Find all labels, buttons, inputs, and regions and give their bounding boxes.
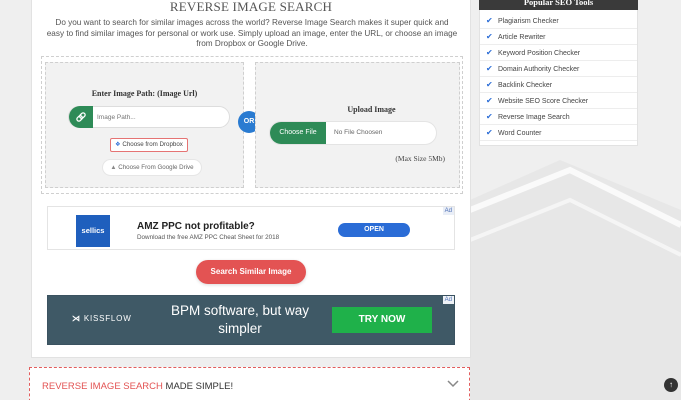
sidebar-item-label: Backlink Checker <box>498 82 553 89</box>
sidebar-item-reverse-image-search[interactable]: ✔ Reverse Image Search <box>480 109 637 125</box>
ad-badge: Ad <box>442 207 454 215</box>
upload-panel: Enter Image Path: (Image Url) ❖ Choose f… <box>41 56 463 194</box>
check-icon: ✔ <box>486 128 493 137</box>
accordion-title-rest: MADE SIMPLE! <box>162 381 234 392</box>
sidebar-item-article-rewriter[interactable]: ✔ Article Rewriter <box>480 29 637 45</box>
check-icon: ✔ <box>486 96 493 105</box>
sidebar-list: ✔ Plagiarism Checker ✔ Article Rewriter ✔ K… <box>480 13 637 141</box>
check-icon: ✔ <box>486 80 493 89</box>
check-icon: ✔ <box>486 32 493 41</box>
sidebar-item-word-counter[interactable]: ✔ Word Counter <box>480 125 637 141</box>
main-card: REVERSE IMAGE SEARCH Do you want to sear… <box>31 0 471 358</box>
dropbox-button[interactable]: ❖ Choose from Dropbox <box>110 138 188 152</box>
accordion-title: REVERSE IMAGE SEARCH MADE SIMPLE! <box>42 381 233 392</box>
google-drive-button[interactable]: ▲ Choose From Google Drive <box>103 160 201 175</box>
sidebar-item-plagiarism-checker[interactable]: ✔ Plagiarism Checker <box>480 13 637 29</box>
ad-open-button[interactable]: OPEN <box>338 223 410 237</box>
kissflow-logo: ⋊ KISSFLOW <box>72 314 132 323</box>
kissflow-logo-text: KISSFLOW <box>83 314 132 323</box>
sidebar-item-domain-authority-checker[interactable]: ✔ Domain Authority Checker <box>480 61 637 77</box>
sellics-ad[interactable]: Ad sellics AMZ PPC not profitable? Downl… <box>47 206 455 250</box>
sidebar-item-label: Plagiarism Checker <box>498 18 559 25</box>
sidebar-item-label: Word Counter <box>498 130 542 137</box>
max-size-note: (Max Size 5Mb) <box>395 154 445 163</box>
sidebar-item-label: Keyword Position Checker <box>498 50 581 57</box>
sidebar-item-website-seo-score-checker[interactable]: ✔ Website SEO Score Checker <box>480 93 637 109</box>
url-input-group <box>68 106 230 128</box>
sidebar-item-keyword-position-checker[interactable]: ✔ Keyword Position Checker <box>480 45 637 61</box>
check-icon: ✔ <box>486 16 493 25</box>
file-input-group: Choose File No File Choosen <box>270 122 436 144</box>
popular-seo-tools-sidebar: Popular SEO Tools ✔ Plagiarism Checker ✔ A… <box>479 0 638 146</box>
image-url-input[interactable] <box>97 109 225 125</box>
check-icon: ✔ <box>486 48 493 57</box>
kissflow-ad[interactable]: Ad ⋊ KISSFLOW BPM software, but way simpl… <box>47 295 455 345</box>
accordion-title-highlight: REVERSE IMAGE SEARCH <box>42 381 163 392</box>
file-status: No File Choosen <box>334 129 383 136</box>
search-similar-image-button[interactable]: Search Similar Image <box>196 260 306 284</box>
url-upload-panel: Enter Image Path: (Image Url) ❖ Choose f… <box>45 62 244 188</box>
page-title: REVERSE IMAGE SEARCH <box>169 0 333 14</box>
check-icon: ✔ <box>486 112 493 121</box>
sidebar-item-label: Article Rewriter <box>498 34 546 41</box>
sidebar-item-label: Domain Authority Checker <box>498 66 580 73</box>
ad-badge: Ad <box>442 296 454 304</box>
url-heading: Enter Image Path: (Image Url) <box>91 89 198 98</box>
check-icon: ✔ <box>486 64 493 73</box>
made-simple-accordion[interactable]: REVERSE IMAGE SEARCH MADE SIMPLE! <box>29 367 470 400</box>
link-icon[interactable] <box>69 106 93 128</box>
sidebar-item-label: Reverse Image Search <box>498 114 570 121</box>
google-drive-label: Choose From Google Drive <box>118 164 194 171</box>
dropbox-label: Choose from Dropbox <box>122 141 183 148</box>
scroll-to-top-button[interactable]: ↑ <box>664 378 678 392</box>
try-now-button[interactable]: TRY NOW <box>332 307 432 333</box>
ad-subline: Download the free AMZ PPC Cheat Sheet fo… <box>137 234 280 241</box>
ad-headline: AMZ PPC not profitable? <box>137 221 255 232</box>
sellics-logo: sellics <box>76 215 110 247</box>
intro-text: Do you want to search for similar images… <box>46 18 458 48</box>
kissflow-icon: ⋊ <box>72 314 81 323</box>
upload-heading: Upload Image <box>347 105 396 114</box>
sidebar-item-backlink-checker[interactable]: ✔ Backlink Checker <box>480 77 637 93</box>
chevron-down-icon[interactable] <box>447 380 459 388</box>
ad-text: BPM software, but way simpler <box>170 303 310 336</box>
sidebar-item-label: Website SEO Score Checker <box>498 98 589 105</box>
choose-file-button[interactable]: Choose File <box>270 122 326 144</box>
sidebar-title: Popular SEO Tools <box>479 0 638 10</box>
file-upload-panel: Upload Image Choose File No File Choosen… <box>255 62 460 188</box>
